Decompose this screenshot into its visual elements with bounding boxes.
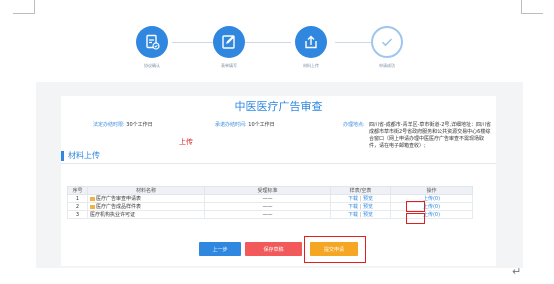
step-success: 申请成功 [352, 26, 422, 69]
promised-time: 承诺办结时间: 10个工作日 [215, 122, 275, 129]
save-draft-button[interactable]: 保存草稿 [245, 242, 302, 256]
column-header: 操作 [390, 186, 473, 195]
location-value: 四川省-成都市-青羊区-草市街道-2号,详细地址：四川省成都市草市街2号省政府服… [369, 122, 491, 149]
action-cell: 上传(0) [390, 210, 473, 219]
section-title: 材料上传 [68, 151, 100, 160]
annotation-box [406, 201, 425, 212]
step-label: 材料上传 [303, 63, 319, 68]
material-name-cell: 医疗广告成品样件表 [87, 202, 205, 211]
column-header: 样表/空表 [330, 186, 391, 195]
preview-link[interactable]: 预览 [363, 212, 373, 218]
material-name-cell: 医疗广告审查申请表 [87, 194, 205, 203]
row-number: 1 [67, 194, 88, 203]
upload-link[interactable]: 上传(0) [423, 204, 440, 210]
prev-step-button[interactable]: 上一步 [199, 242, 241, 256]
preview-link[interactable]: 预览 [363, 204, 373, 210]
page-title: 中医医疗广告审查 [234, 100, 323, 113]
preview-link[interactable]: 预览 [363, 196, 373, 202]
row-number: 3 [67, 210, 88, 219]
form-edit-icon [213, 26, 245, 58]
material-name-cell: 医疗机构执业许可证 [87, 210, 205, 219]
upload-annotation: 上传 [179, 138, 193, 146]
material-name: 医疗广告审查申请表 [96, 196, 142, 202]
section-bar [61, 151, 64, 161]
upload-icon [295, 26, 327, 58]
sample-cell: 下载 | 预览 [330, 202, 391, 211]
column-header: 材料名称 [87, 186, 205, 195]
application-card: 中医医疗广告审查 法定办结时限: 30个工作日 承诺办结时间: 10个工作日 办… [61, 96, 496, 266]
legal-time-value: 30个工作日 [126, 122, 153, 128]
sample-cell: 下载 | 预览 [330, 210, 391, 219]
row-number: 2 [67, 202, 88, 211]
separator: | [359, 196, 362, 202]
promised-time-label: 承诺办结时间: [215, 122, 247, 128]
promised-time-value: 10个工作日 [248, 122, 275, 128]
acceptance-standard: —— [204, 202, 331, 211]
step-form: 表单填写 [194, 26, 264, 69]
table-header-row: 序号 材料名称 受理标准 样表/空表 操作 [67, 186, 473, 195]
download-link[interactable]: 下载 [348, 196, 358, 202]
download-link[interactable]: 下载 [348, 212, 358, 218]
action-cell: 上传(0) [390, 194, 473, 203]
upload-link[interactable]: 上传(0) [423, 196, 440, 202]
action-cell: 上传(0) [390, 202, 473, 211]
separator: | [359, 204, 362, 210]
legal-time-label: 法定办结时限: [93, 122, 125, 128]
check-circle-icon [371, 26, 403, 58]
contract-check-icon [136, 26, 168, 58]
page-corner-mark-left [13, 0, 35, 14]
document-icon [90, 196, 95, 201]
separator: | [359, 212, 362, 218]
progress-steps: 协议确认 表单填写 材料上传 申请成功 [36, 22, 523, 82]
page-corner-mark-right [521, 0, 543, 14]
upload-link[interactable]: 上传(0) [423, 212, 440, 218]
material-name: 医疗机构执业许可证 [90, 212, 136, 218]
paragraph-return-icon: ↵ [512, 265, 522, 278]
location-label: 办理地点: [343, 122, 365, 128]
legal-time: 法定办结时限: 30个工作日 [93, 122, 153, 129]
step-label: 表单填写 [221, 63, 237, 68]
step-label: 协议确认 [144, 63, 160, 68]
divider [61, 163, 496, 164]
step-label: 申请成功 [379, 63, 395, 68]
column-header: 受理标准 [204, 186, 331, 195]
column-header: 序号 [67, 186, 88, 195]
acceptance-standard: —— [204, 210, 331, 219]
sample-cell: 下载 | 预览 [330, 194, 391, 203]
document-icon [90, 204, 95, 209]
step-agreement: 协议确认 [117, 26, 187, 69]
submit-button[interactable]: 提交申请 [310, 242, 358, 256]
material-name: 医疗广告成品样件表 [96, 204, 142, 210]
step-upload: 材料上传 [276, 26, 346, 69]
annotation-box [406, 213, 425, 224]
acceptance-standard: —— [204, 194, 331, 203]
download-link[interactable]: 下载 [348, 204, 358, 210]
